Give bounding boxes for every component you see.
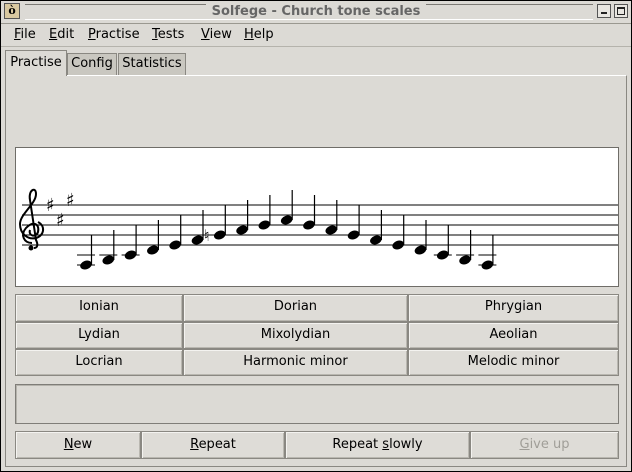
- menu-edit[interactable]: Edit: [49, 27, 74, 43]
- menu-practise[interactable]: Practise: [88, 27, 140, 43]
- harmonic-minor-button[interactable]: Harmonic minor: [183, 349, 408, 376]
- melodic-minor-button[interactable]: Melodic minor: [408, 349, 619, 376]
- menu-file[interactable]: File: [14, 27, 36, 43]
- application-window: ò Solfege - Church tone scales File Edit…: [0, 0, 632, 472]
- treble-clef-icon: [18, 188, 44, 251]
- repeat-slowly-button[interactable]: Repeat slowly: [285, 431, 470, 459]
- music-staff: ♯♯♯ ♮: [18, 188, 618, 270]
- sharp-icon: ♯: [66, 190, 75, 211]
- give-up-button[interactable]: Give up: [470, 431, 619, 459]
- maximize-icon[interactable]: [614, 4, 628, 18]
- sharp-icon: ♯: [56, 210, 65, 231]
- tab-practise[interactable]: Practise: [5, 50, 67, 76]
- dorian-button[interactable]: Dorian: [183, 294, 408, 322]
- menu-help[interactable]: Help: [244, 27, 274, 43]
- sharp-icon: ♯: [46, 195, 55, 216]
- staff-lines: [22, 204, 618, 246]
- music-staff-display: ♯ ♯ ♯ ♮: [15, 147, 619, 287]
- tab-config[interactable]: Config: [67, 53, 117, 75]
- phrygian-button[interactable]: Phrygian: [408, 294, 619, 322]
- scale-notes: ♮: [77, 190, 497, 270]
- lydian-button[interactable]: Lydian: [15, 322, 183, 349]
- mixolydian-button[interactable]: Mixolydian: [183, 322, 408, 349]
- menu-bar: File Edit Practise Tests View Help: [1, 24, 631, 47]
- repeat-button[interactable]: Repeat: [141, 431, 285, 459]
- minimize-icon[interactable]: [597, 4, 611, 18]
- tab-statistics[interactable]: Statistics: [118, 53, 186, 75]
- window-title-container: Solfege - Church tone scales: [1, 3, 631, 21]
- title-bar[interactable]: ò Solfege - Church tone scales: [1, 1, 631, 24]
- menu-view[interactable]: View: [201, 27, 232, 43]
- aeolian-button[interactable]: Aeolian: [408, 322, 619, 349]
- natural-icon: ♮: [204, 226, 210, 245]
- ionian-button[interactable]: Ionian: [15, 294, 183, 322]
- locrian-button[interactable]: Locrian: [15, 349, 183, 376]
- menu-tests[interactable]: Tests: [152, 27, 184, 43]
- feedback-message-area: [15, 384, 619, 424]
- new-button[interactable]: New: [15, 431, 141, 459]
- window-title: Solfege - Church tone scales: [205, 4, 427, 19]
